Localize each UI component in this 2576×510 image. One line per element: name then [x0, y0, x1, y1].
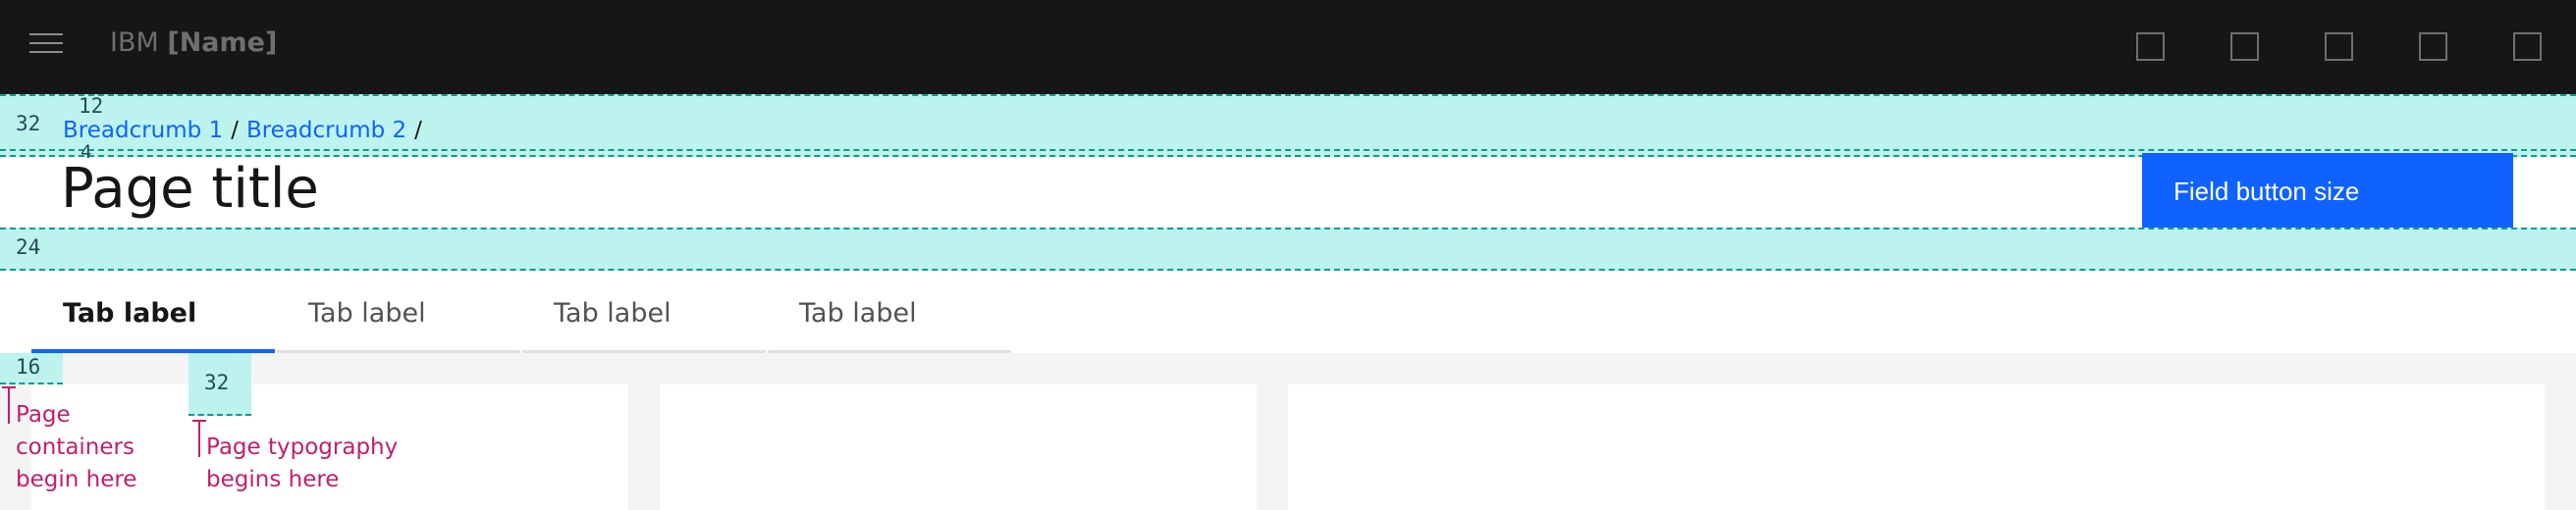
- tab-3[interactable]: Tab label: [522, 275, 766, 353]
- spacer-below-title: [0, 228, 2576, 271]
- content-card-2: [660, 384, 1257, 510]
- breadcrumb-item-1[interactable]: Breadcrumb 1: [63, 118, 223, 143]
- header-action-4-icon[interactable]: [2419, 32, 2447, 61]
- header-action-3-icon[interactable]: [2325, 32, 2353, 61]
- app-header: IBM [Name]: [0, 0, 2576, 94]
- container-margin-label: 16: [16, 355, 41, 379]
- annotation-typography: Page typography begins here: [206, 434, 399, 492]
- annotation-marker-tick: [2, 386, 16, 388]
- tab-2[interactable]: Tab label: [277, 275, 520, 353]
- hamburger-menu-icon[interactable]: [29, 33, 63, 61]
- annotation-marker-line: [198, 420, 200, 457]
- header-action-1-icon[interactable]: [2136, 32, 2165, 61]
- spacing-below-title-label: 24: [16, 235, 41, 259]
- spacing-top-label: 32: [16, 112, 41, 135]
- tab-label: Tab label: [308, 298, 426, 329]
- header-action-5-icon[interactable]: [2513, 32, 2542, 61]
- annotation-marker-line: [8, 386, 10, 424]
- annotation-marker-tick: [192, 420, 206, 422]
- tab-1[interactable]: Tab label: [31, 275, 275, 353]
- tab-label: Tab label: [799, 298, 917, 329]
- spacing-above-breadcrumb-label: 12: [79, 94, 104, 118]
- tab-4[interactable]: Tab label: [768, 275, 1011, 353]
- app-brand[interactable]: IBM [Name]: [110, 27, 277, 58]
- header-action-2-icon[interactable]: [2230, 32, 2259, 61]
- tab-label: Tab label: [63, 298, 197, 329]
- brand-name: [Name]: [167, 27, 278, 58]
- typography-margin-label: 32: [204, 371, 230, 394]
- breadcrumb-item-2[interactable]: Breadcrumb 2: [246, 118, 406, 143]
- annotation-containers: Page containers begin here: [16, 402, 137, 492]
- breadcrumb-separator: /: [414, 118, 422, 143]
- page-title: Page title: [61, 157, 319, 221]
- tab-label: Tab label: [554, 298, 671, 329]
- breadcrumb-separator: /: [231, 118, 239, 143]
- brand-prefix: IBM: [110, 27, 159, 58]
- field-button[interactable]: Field button size: [2142, 153, 2513, 230]
- breadcrumb: Breadcrumb 1 / Breadcrumb 2 /: [63, 118, 430, 143]
- content-card-3: [1288, 384, 2545, 510]
